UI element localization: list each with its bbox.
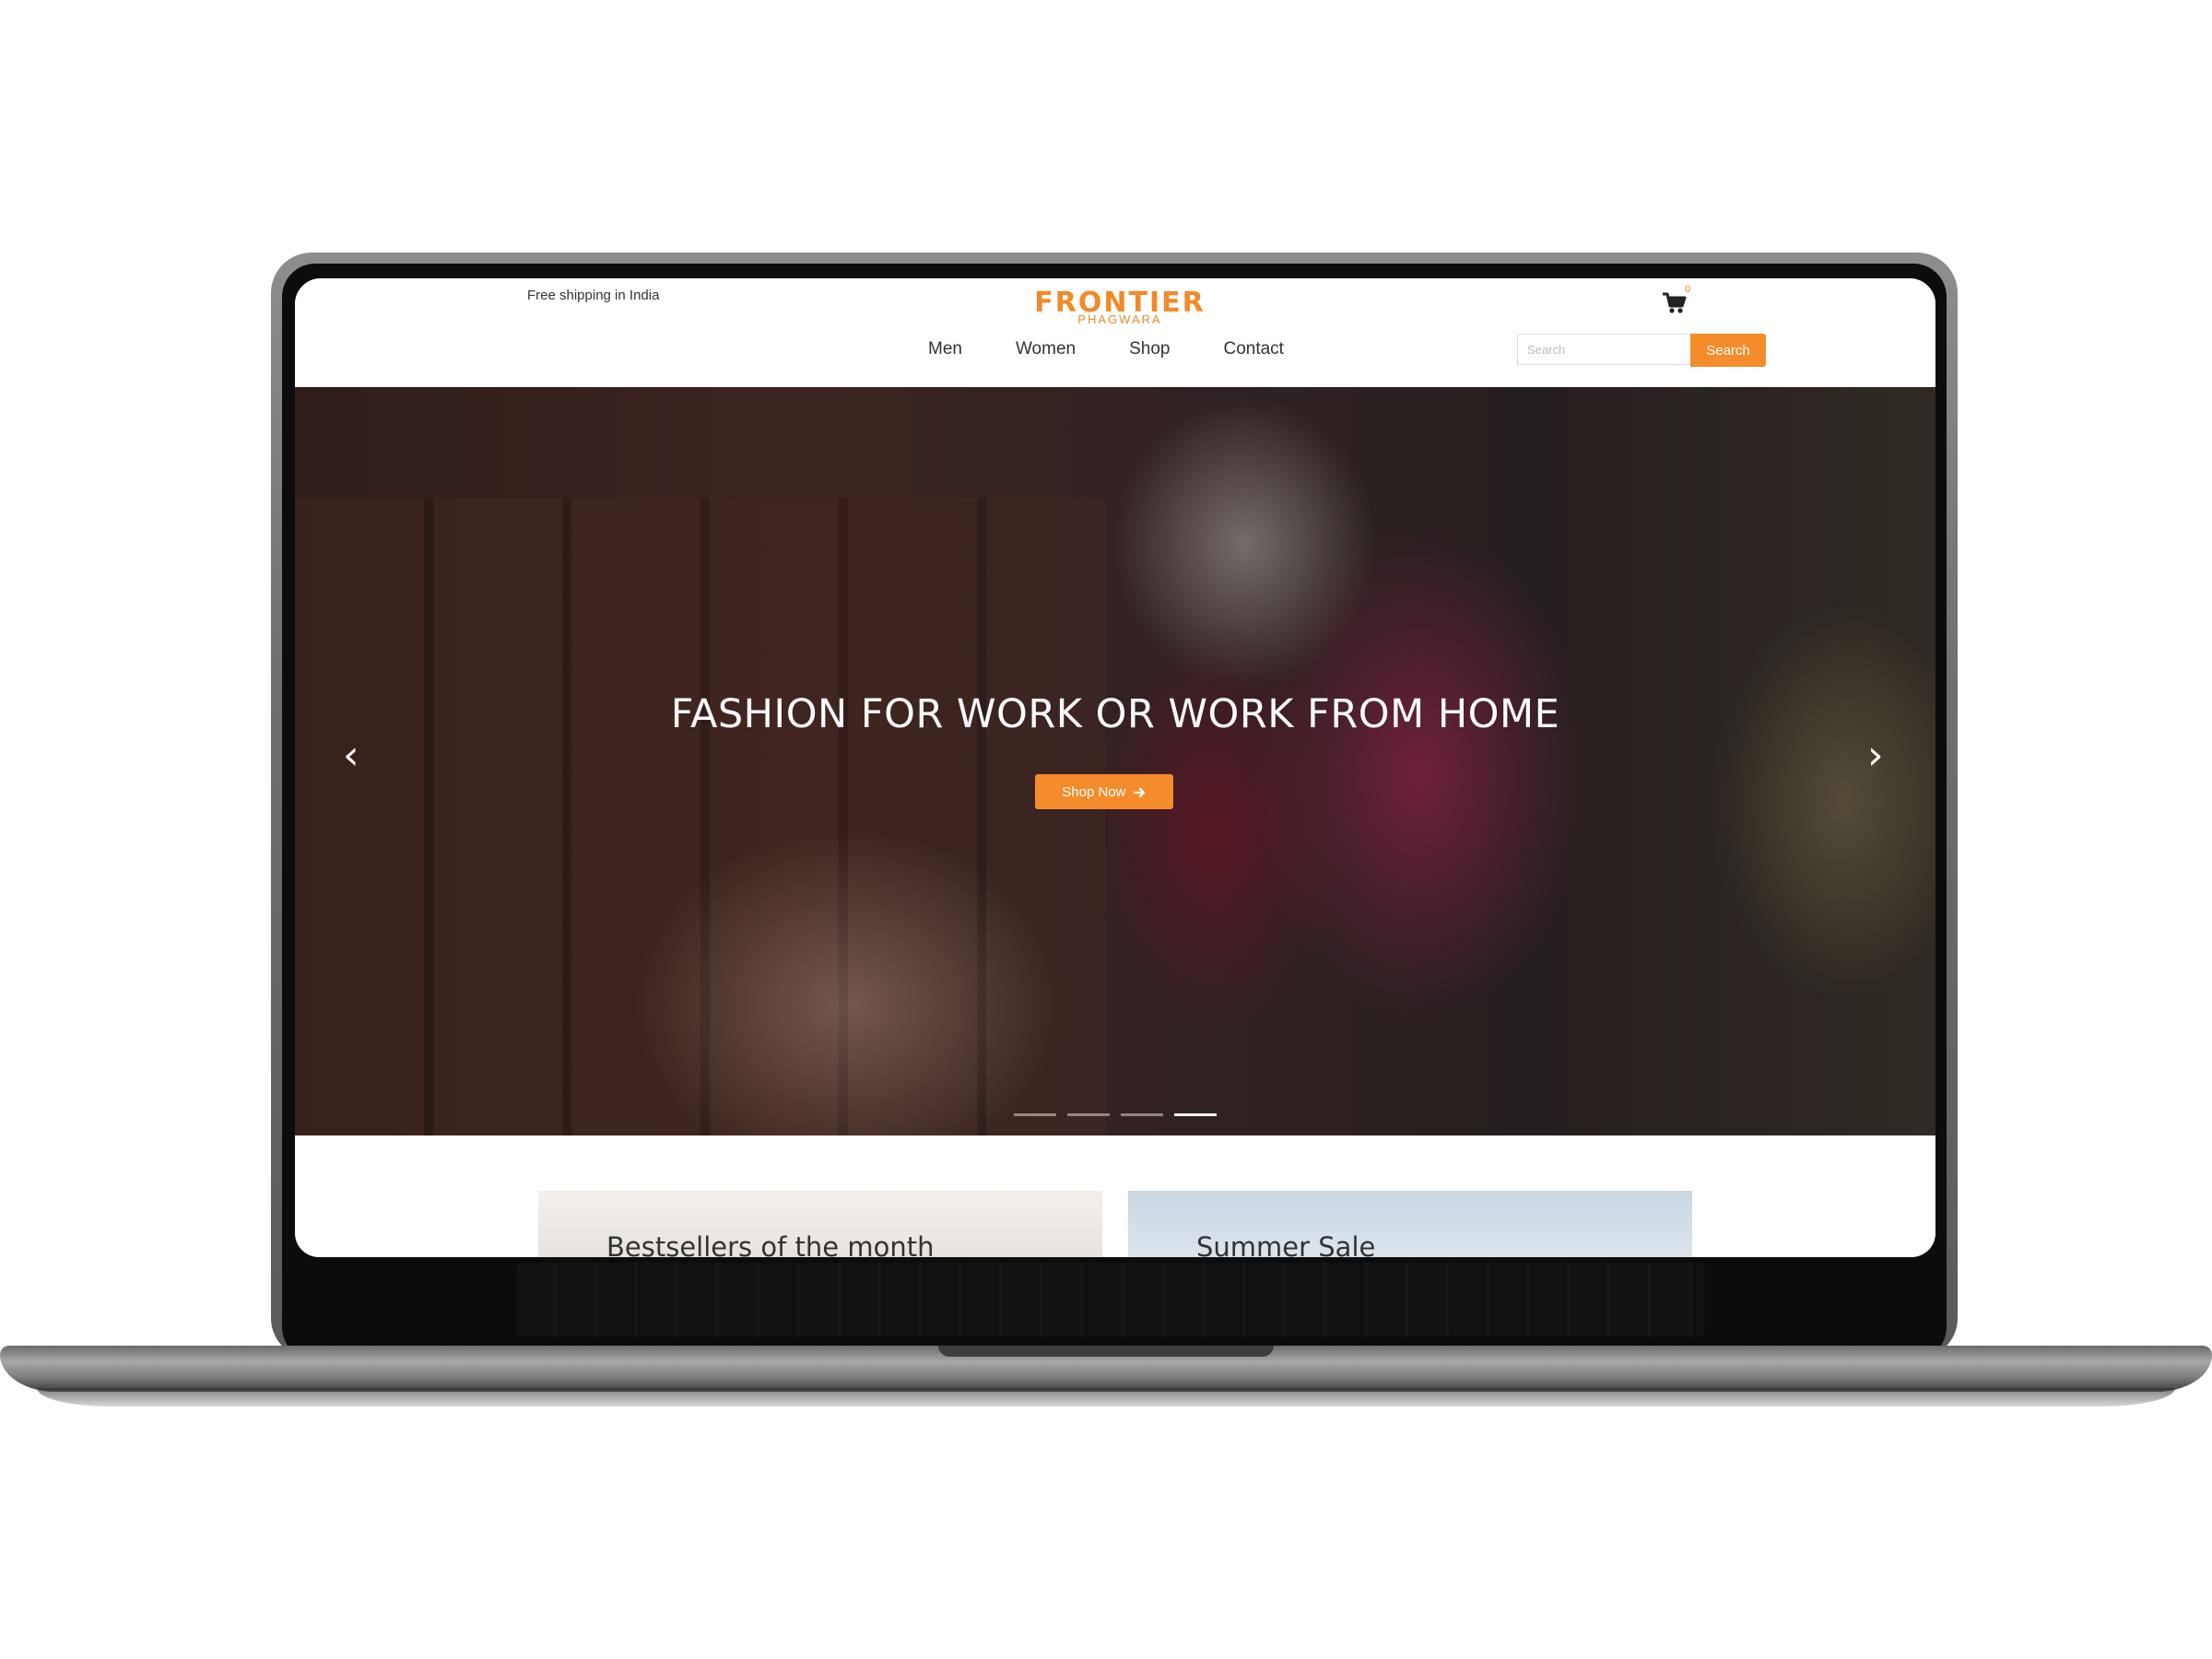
carousel-indicator[interactable]: [1067, 1113, 1110, 1116]
shop-now-label: Shop Now: [1062, 783, 1126, 800]
laptop-notch: [938, 1346, 1274, 1357]
laptop-shadow: [37, 1388, 2175, 1406]
nav-item-men[interactable]: Men: [901, 339, 989, 359]
carousel-next-icon[interactable]: ›: [1867, 735, 1884, 776]
carousel-indicator[interactable]: [1014, 1113, 1056, 1116]
main-nav: Men Women Shop Contact: [901, 339, 1311, 359]
carousel-indicators: [1014, 1113, 1217, 1116]
cart-count-badge: 0: [1685, 284, 1691, 295]
category-card-summer-sale[interactable]: Summer Sale: [1128, 1191, 1692, 1257]
search-button[interactable]: Search: [1690, 334, 1766, 367]
keyboard-reflection: [516, 1263, 1705, 1336]
nav-item-shop[interactable]: Shop: [1102, 339, 1196, 359]
site-logo[interactable]: FRONTIER PHAGWARA: [1023, 289, 1217, 326]
hero-overlay: [295, 387, 1936, 1135]
laptop-screen: Free shipping in India FRONTIER PHAGWARA…: [295, 278, 1936, 1257]
shop-now-button[interactable]: Shop Now: [1035, 774, 1173, 809]
nav-item-women[interactable]: Women: [989, 339, 1102, 359]
carousel-indicator-active[interactable]: [1174, 1113, 1217, 1116]
site-header: Free shipping in India FRONTIER PHAGWARA…: [295, 278, 1936, 387]
shipping-notice: Free shipping in India: [527, 288, 660, 303]
category-card-title: Bestsellers of the month: [606, 1231, 935, 1257]
hero-carousel: FASHION FOR WORK OR WORK FROM HOME Shop …: [295, 387, 1936, 1135]
search-input[interactable]: [1517, 334, 1690, 365]
hero-title: FASHION FOR WORK OR WORK FROM HOME: [670, 691, 1560, 737]
category-card-title: Summer Sale: [1196, 1231, 1376, 1257]
carousel-indicator[interactable]: [1121, 1113, 1163, 1116]
carousel-prev-icon[interactable]: ‹: [343, 735, 359, 776]
cart-icon[interactable]: [1661, 291, 1687, 315]
nav-item-contact[interactable]: Contact: [1196, 339, 1310, 359]
arrow-right-icon: [1130, 784, 1147, 800]
category-card-bestsellers[interactable]: Bestsellers of the month: [538, 1191, 1102, 1257]
